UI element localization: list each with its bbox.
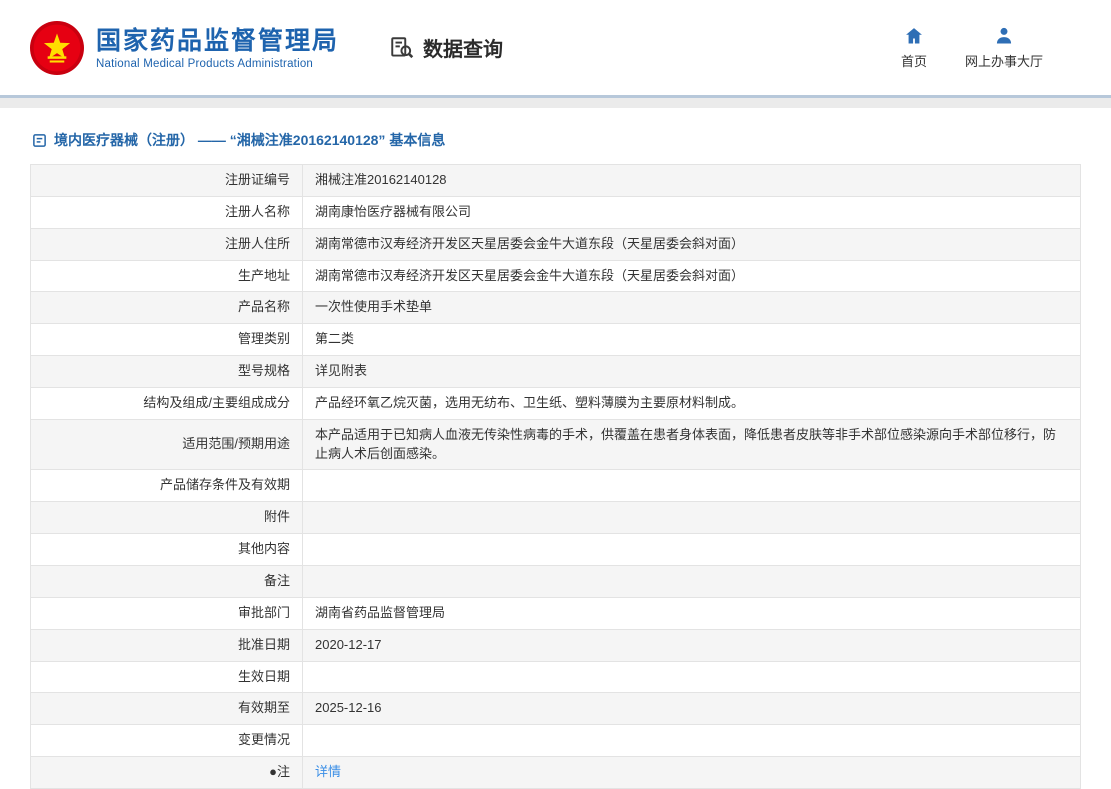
table-row: ●注详情 xyxy=(31,757,1081,789)
table-row: 生效日期 xyxy=(31,661,1081,693)
table-row: 批准日期2020-12-17 xyxy=(31,629,1081,661)
row-value xyxy=(303,502,1081,534)
row-value xyxy=(303,661,1081,693)
row-label: 批准日期 xyxy=(31,629,303,661)
nmpa-emblem-logo xyxy=(30,21,84,75)
row-label: 注册人住所 xyxy=(31,228,303,260)
page-title-text: 境内医疗器械（注册） —— “湘械注准20162140128” 基本信息 xyxy=(54,130,445,150)
table-row: 有效期至2025-12-16 xyxy=(31,693,1081,725)
row-value: 一次性使用手术垫单 xyxy=(303,292,1081,324)
row-label: 附件 xyxy=(31,502,303,534)
home-icon xyxy=(904,26,924,46)
data-query-title: 数据查询 xyxy=(389,33,503,62)
row-value: 湖南常德市汉寿经济开发区天星居委会金牛大道东段（天星居委会斜对面） xyxy=(303,228,1081,260)
org-name-en: National Medical Products Administration xyxy=(96,58,339,70)
page: 国家药品监督管理局 National Medical Products Admi… xyxy=(0,0,1111,789)
org-name-cn: 国家药品监督管理局 xyxy=(96,26,339,56)
row-label: 产品名称 xyxy=(31,292,303,324)
user-icon xyxy=(994,26,1014,46)
table-row: 附件 xyxy=(31,502,1081,534)
site-header: 国家药品监督管理局 National Medical Products Admi… xyxy=(0,0,1111,95)
brand-text: 国家药品监督管理局 National Medical Products Admi… xyxy=(96,26,339,70)
page-title: 境内医疗器械（注册） —— “湘械注准20162140128” 基本信息 xyxy=(30,128,1081,160)
row-value: 详见附表 xyxy=(303,356,1081,388)
row-value: 第二类 xyxy=(303,324,1081,356)
row-label: 备注 xyxy=(31,565,303,597)
table-row: 型号规格详见附表 xyxy=(31,356,1081,388)
row-label: 生效日期 xyxy=(31,661,303,693)
table-row: 备注 xyxy=(31,565,1081,597)
table-row: 注册人住所湖南常德市汉寿经济开发区天星居委会金牛大道东段（天星居委会斜对面） xyxy=(31,228,1081,260)
row-label: 其他内容 xyxy=(31,534,303,566)
header-nav: 首页 网上办事大厅 xyxy=(901,26,1081,70)
row-label: 注册人名称 xyxy=(31,196,303,228)
data-query-label: 数据查询 xyxy=(423,33,503,62)
table-row: 结构及组成/主要组成成分产品经环氧乙烷灭菌，选用无纺布、卫生纸、塑料薄膜为主要原… xyxy=(31,387,1081,419)
row-label: 变更情况 xyxy=(31,725,303,757)
table-row: 注册人名称湖南康怡医疗器械有限公司 xyxy=(31,196,1081,228)
row-value: 本产品适用于已知病人血液无传染性病毒的手术，供覆盖在患者身体表面，降低患者皮肤等… xyxy=(303,419,1081,470)
data-query-icon xyxy=(389,35,415,61)
row-value: 2025-12-16 xyxy=(303,693,1081,725)
row-value: 产品经环氧乙烷灭菌，选用无纺布、卫生纸、塑料薄膜为主要原材料制成。 xyxy=(303,387,1081,419)
row-value xyxy=(303,470,1081,502)
row-label: 注册证编号 xyxy=(31,165,303,197)
row-value: 湖南康怡医疗器械有限公司 xyxy=(303,196,1081,228)
row-value: 湖南常德市汉寿经济开发区天星居委会金牛大道东段（天星居委会斜对面） xyxy=(303,260,1081,292)
row-value: 湘械注准20162140128 xyxy=(303,165,1081,197)
row-value xyxy=(303,725,1081,757)
row-label: 审批部门 xyxy=(31,597,303,629)
table-row: 管理类别第二类 xyxy=(31,324,1081,356)
nav-service-hall[interactable]: 网上办事大厅 xyxy=(965,26,1043,70)
row-value: 详情 xyxy=(303,757,1081,789)
row-value: 2020-12-17 xyxy=(303,629,1081,661)
table-row: 注册证编号湘械注准20162140128 xyxy=(31,165,1081,197)
table-row: 产品储存条件及有效期 xyxy=(31,470,1081,502)
row-label: 适用范围/预期用途 xyxy=(31,419,303,470)
nav-home[interactable]: 首页 xyxy=(901,26,927,70)
table-row: 变更情况 xyxy=(31,725,1081,757)
nav-home-label: 首页 xyxy=(901,51,927,70)
info-table: 注册证编号湘械注准20162140128注册人名称湖南康怡医疗器械有限公司注册人… xyxy=(30,164,1081,789)
row-label: 产品储存条件及有效期 xyxy=(31,470,303,502)
row-label: 有效期至 xyxy=(31,693,303,725)
row-label: 型号规格 xyxy=(31,356,303,388)
header-divider xyxy=(0,95,1111,108)
table-row: 审批部门湖南省药品监督管理局 xyxy=(31,597,1081,629)
brand[interactable]: 国家药品监督管理局 National Medical Products Admi… xyxy=(30,21,339,75)
main-content: 境内医疗器械（注册） —— “湘械注准20162140128” 基本信息 注册证… xyxy=(0,108,1111,789)
row-value: 湖南省药品监督管理局 xyxy=(303,597,1081,629)
info-table-body: 注册证编号湘械注准20162140128注册人名称湖南康怡医疗器械有限公司注册人… xyxy=(31,165,1081,789)
row-label: 生产地址 xyxy=(31,260,303,292)
table-row: 产品名称一次性使用手术垫单 xyxy=(31,292,1081,324)
row-value xyxy=(303,565,1081,597)
row-value xyxy=(303,534,1081,566)
row-label: 结构及组成/主要组成成分 xyxy=(31,387,303,419)
table-row: 其他内容 xyxy=(31,534,1081,566)
nav-service-hall-label: 网上办事大厅 xyxy=(965,51,1043,70)
row-label: ●注 xyxy=(31,757,303,789)
table-row: 适用范围/预期用途本产品适用于已知病人血液无传染性病毒的手术，供覆盖在患者身体表… xyxy=(31,419,1081,470)
table-row: 生产地址湖南常德市汉寿经济开发区天星居委会金牛大道东段（天星居委会斜对面） xyxy=(31,260,1081,292)
document-icon xyxy=(32,133,47,148)
detail-link[interactable]: 详情 xyxy=(315,764,341,779)
row-label: 管理类别 xyxy=(31,324,303,356)
